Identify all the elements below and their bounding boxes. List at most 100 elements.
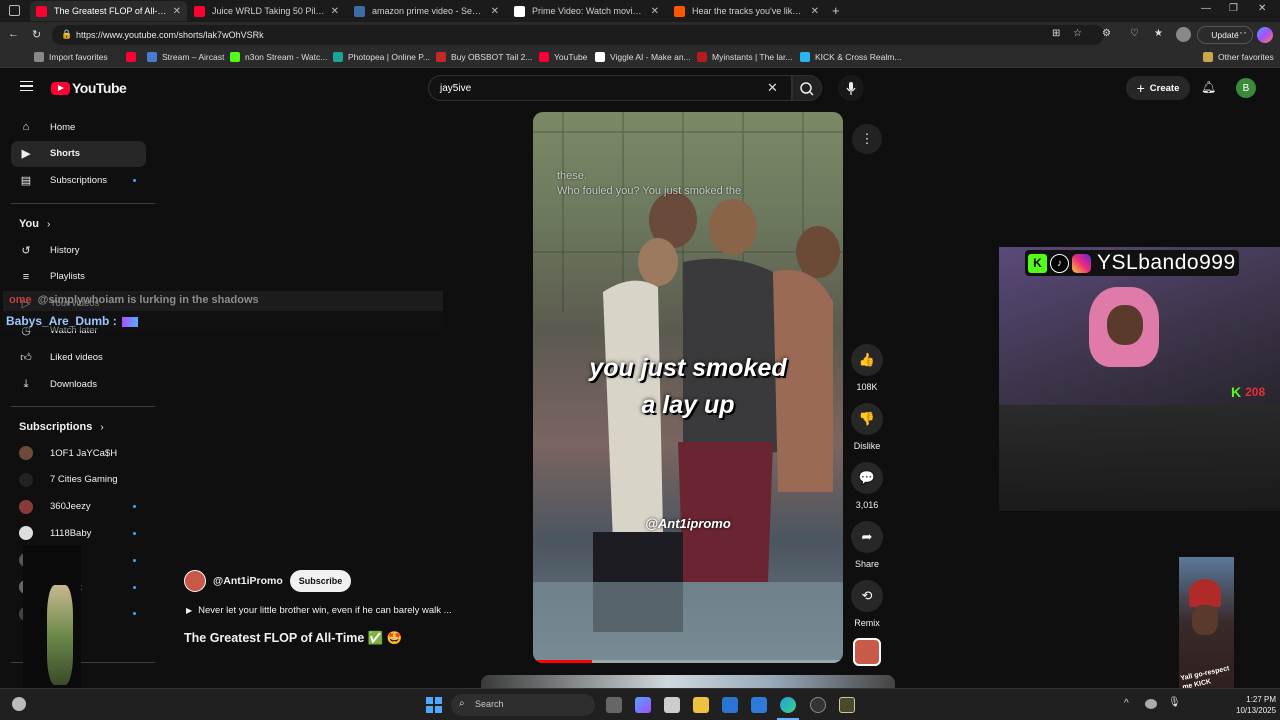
bookmark-item[interactable]: Stream – Aircast	[147, 52, 224, 62]
hamburger-menu-icon[interactable]	[20, 81, 33, 91]
voice-search-button[interactable]	[838, 75, 864, 101]
bookmark-item[interactable]: Import favorites	[34, 52, 108, 62]
thumbs-up-action[interactable]: 👍 108K	[851, 344, 883, 392]
close-window-button[interactable]: ✕	[1258, 3, 1266, 14]
youtube-logo[interactable]: YouTube	[51, 80, 127, 96]
channel-avatar[interactable]	[184, 570, 206, 592]
sidebar-item-liked-videos[interactable]: 👍︎ Liked videos	[11, 344, 146, 370]
tab-actions-icon[interactable]	[9, 5, 20, 16]
subscription-item[interactable]: 1OF1 JaYCa$H	[11, 440, 146, 466]
tray-chevron-icon[interactable]: ^	[1124, 698, 1129, 709]
notifications-bell-icon[interactable]: 🔔︎	[1201, 80, 1216, 94]
tab-title: The Greatest FLOP of All-Tim	[54, 6, 167, 16]
more-options-icon[interactable]: ⋮	[852, 124, 882, 154]
more-menu-icon[interactable]: ···	[1235, 25, 1247, 39]
app-available-icon[interactable]: ⊞	[1052, 28, 1060, 39]
streamer-webcam-overlay: K ♪ YSLbando999 K 208	[999, 247, 1280, 511]
thumbs-down-action[interactable]: 👎 Dislike	[851, 403, 883, 451]
video-caption-line-1: you just smoked	[589, 354, 787, 382]
create-button[interactable]: + Create	[1126, 76, 1190, 100]
remix-action[interactable]: ⟲ Remix	[851, 580, 883, 628]
comment-action[interactable]: 💬 3,016	[851, 462, 883, 510]
description-row[interactable]: ▶ Never let your little brother win, even…	[186, 605, 452, 616]
new-tab-button[interactable]: +	[832, 3, 840, 18]
sidebar-item-history[interactable]: ↺ History	[11, 237, 146, 263]
close-tab-icon[interactable]: ✕	[331, 6, 339, 17]
sidebar-item-shorts[interactable]: ▶ Shorts	[11, 140, 146, 167]
bookmark-favicon	[697, 52, 707, 62]
youtube-icon	[194, 5, 205, 17]
bookmark-item[interactable]: Myinstants | The lar...	[697, 52, 792, 62]
close-tab-icon[interactable]: ✕	[811, 6, 819, 17]
short-video-player[interactable]: these. Who fouled you? You just smoked t…	[533, 112, 843, 663]
channel-name[interactable]: @Ant1iPromo	[213, 575, 283, 587]
browser-tab[interactable]: amazon prime video - Search ✕	[348, 1, 505, 21]
browser-tab[interactable]: The Greatest FLOP of All-Tim ✕	[30, 1, 187, 21]
bookmark-item[interactable]	[126, 52, 141, 62]
profile-avatar[interactable]	[1176, 27, 1191, 42]
task-view-icon[interactable]	[606, 697, 622, 713]
sidebar-item-home[interactable]: ⌂ Home	[11, 114, 146, 140]
subscription-item[interactable]: 1118Baby	[11, 520, 146, 546]
store-icon[interactable]	[664, 697, 680, 713]
bookmark-item[interactable]: YouTube	[539, 52, 587, 62]
bookmark-favicon	[800, 52, 810, 62]
browser-essentials-icon[interactable]: ♡	[1130, 28, 1139, 39]
word-icon[interactable]	[751, 697, 767, 713]
bookmark-item[interactable]: Buy OBSBOT Tail 2...	[436, 52, 532, 62]
subscriptions-heading[interactable]: Subscriptions ›	[19, 421, 104, 433]
sound-thumbnail[interactable]	[853, 638, 881, 666]
bookmark-item[interactable]: n3on Stream - Watc...	[230, 52, 327, 62]
subscription-item[interactable]: 7 Cities Gaming	[11, 467, 146, 493]
outlook-icon[interactable]	[722, 697, 738, 713]
url-field[interactable]: 🔒 https://www.youtube.com/shorts/lak7wOh…	[52, 25, 1104, 45]
tiktok-icon: ♪	[1050, 253, 1069, 273]
start-button-icon[interactable]	[426, 697, 442, 713]
next-short-preview[interactable]	[481, 675, 895, 688]
subscribe-button[interactable]: Subscribe	[289, 570, 352, 592]
maximize-button[interactable]: ❐	[1229, 3, 1238, 14]
search-input[interactable]: jay5ive	[428, 75, 792, 101]
tray-mic-icon[interactable]: 🎙︎	[1168, 697, 1181, 708]
refresh-icon[interactable]: ↻	[32, 28, 41, 41]
minimize-button[interactable]: —	[1201, 3, 1211, 14]
subscription-item[interactable]: 360Jeezy	[11, 494, 146, 520]
favorites-icon[interactable]: ★	[1154, 28, 1163, 39]
browser-tab[interactable]: Juice WRLD Taking 50 Pills Becau ✕	[188, 1, 345, 21]
weather-icon[interactable]	[12, 697, 26, 711]
bookmark-item[interactable]: KICK & Cross Realm...	[800, 52, 901, 62]
sidebar-item-downloads[interactable]: ⤓ Downloads	[11, 371, 146, 397]
hands-camera	[999, 405, 1280, 511]
copilot-icon[interactable]	[1257, 27, 1273, 43]
back-icon[interactable]: ←	[8, 28, 19, 40]
obs-icon[interactable]	[810, 697, 826, 713]
favorite-star-icon[interactable]: ☆	[1073, 28, 1082, 39]
close-tab-icon[interactable]: ✕	[491, 6, 499, 17]
extensions-icon[interactable]: ⚙	[1102, 28, 1111, 39]
tray-cloud-icon[interactable]	[1145, 699, 1157, 709]
subscription-name: 1OF1 JaYCa$H	[50, 447, 118, 459]
bookmark-item[interactable]: Photopea | Online P...	[333, 52, 430, 62]
search-button[interactable]	[792, 75, 822, 101]
edge-icon[interactable]	[780, 697, 796, 713]
sidebar-item-subscriptions[interactable]: ▤ Subscriptions	[11, 168, 146, 194]
channel-avatar	[19, 446, 33, 460]
sidebar-item-label: History	[50, 244, 80, 256]
video-progress-bar[interactable]	[533, 660, 843, 663]
close-tab-icon[interactable]: ✕	[173, 6, 181, 17]
share-action[interactable]: ➦ Share	[851, 521, 883, 569]
close-tab-icon[interactable]: ✕	[651, 6, 659, 17]
app-icon[interactable]	[839, 697, 855, 713]
browser-tab[interactable]: Prime Video: Watch movies, TV sh ✕	[508, 1, 665, 21]
taskbar-clock[interactable]: 1:27 PM 10/13/2025	[1236, 694, 1276, 716]
clear-search-icon[interactable]: ✕	[767, 80, 778, 96]
file-explorer-icon[interactable]	[693, 697, 709, 713]
taskbar-search[interactable]: ⌕ Search	[451, 694, 595, 716]
copilot-taskbar-icon[interactable]	[635, 697, 651, 713]
other-favorites[interactable]: Other favorites	[1203, 52, 1274, 62]
you-heading[interactable]: You ›	[19, 218, 50, 230]
account-avatar[interactable]: B	[1236, 78, 1256, 98]
sidebar-item-playlists[interactable]: ≡ Playlists	[11, 264, 146, 290]
bookmark-item[interactable]: Viggle AI - Make an...	[595, 52, 691, 62]
browser-tab[interactable]: Hear the tracks you've liked: on S ✕	[668, 1, 825, 21]
